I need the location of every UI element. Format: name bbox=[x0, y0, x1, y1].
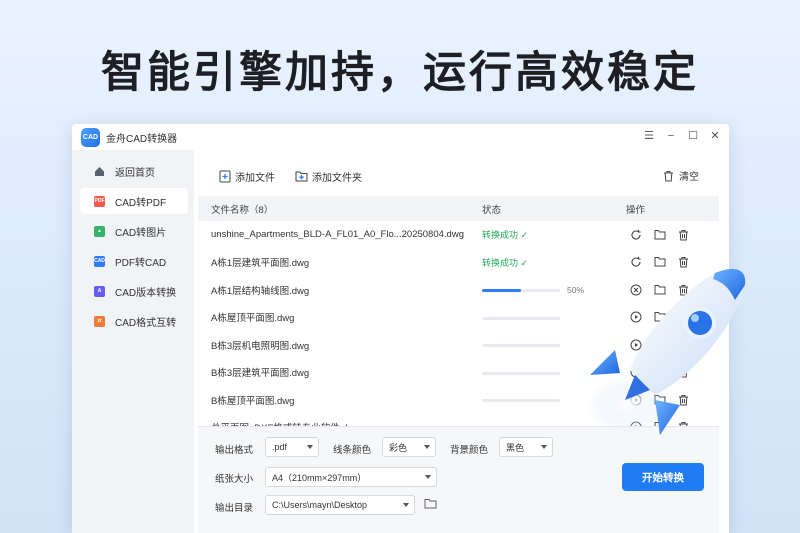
retry-icon[interactable] bbox=[630, 229, 642, 241]
title-bar: CAD 金舟CAD转换器 ☰ − ☐ ✕ bbox=[72, 124, 729, 150]
maximize-icon[interactable]: ☐ bbox=[687, 128, 699, 144]
add-folder-label: 添加文件夹 bbox=[312, 172, 362, 184]
sidebar-item-label: CAD版本转换 bbox=[115, 287, 177, 299]
close-icon[interactable]: ✕ bbox=[709, 128, 721, 144]
trash-icon bbox=[664, 170, 673, 181]
headline: 智能引擎加持，运行高效稳定 bbox=[101, 48, 699, 98]
pdf-icon: PDF bbox=[94, 195, 105, 207]
progress-bar bbox=[482, 344, 560, 347]
format-icon: ⇄ bbox=[94, 315, 105, 327]
minimize-icon[interactable]: − bbox=[665, 128, 677, 144]
cad-icon: CAD bbox=[94, 255, 105, 267]
rocket-illustration bbox=[587, 269, 746, 435]
add-file-icon bbox=[219, 170, 231, 182]
status-success: 转换成功 ✓ bbox=[482, 257, 529, 268]
progress-bar bbox=[482, 399, 560, 402]
sidebar-item-home[interactable]: 返回首页 bbox=[80, 158, 188, 184]
delete-icon[interactable] bbox=[678, 229, 689, 241]
bg-color-value: 黑色 bbox=[506, 442, 525, 453]
paper-size-select[interactable]: A4（210mm×297mm） bbox=[265, 467, 437, 487]
toolbar: 添加文件 添加文件夹 清空 bbox=[198, 156, 719, 196]
output-dir-label: 输出目录 bbox=[215, 503, 254, 514]
file-name: A栋1层结构轴线图.dwg bbox=[211, 285, 310, 297]
progress-bar bbox=[482, 289, 560, 292]
sidebar-item-label: CAD转PDF bbox=[115, 197, 167, 209]
table-header: 文件名称（8） 状态 操作 bbox=[198, 196, 719, 221]
line-color-select[interactable]: 彩色 bbox=[382, 437, 436, 457]
menu-icon[interactable]: ☰ bbox=[643, 128, 655, 144]
progress-bar bbox=[482, 371, 560, 375]
open-folder-icon[interactable] bbox=[654, 229, 666, 240]
clear-label: 清空 bbox=[679, 172, 699, 183]
format-label: 输出格式 bbox=[215, 445, 254, 456]
file-name: A栋1层建筑平面图.dwg bbox=[211, 258, 310, 270]
paper-size-value: A4（210mm×297mm） bbox=[272, 472, 367, 483]
bg-color-select[interactable]: 黑色 bbox=[499, 437, 553, 457]
add-file-button[interactable]: 添加文件 bbox=[219, 169, 275, 184]
add-file-label: 添加文件 bbox=[235, 172, 275, 184]
app-logo: CAD bbox=[81, 127, 100, 147]
version-icon: A bbox=[94, 285, 105, 297]
add-folder-icon bbox=[295, 171, 308, 182]
sidebar-item-label: 返回首页 bbox=[115, 167, 155, 179]
format-value: .pdf bbox=[272, 442, 288, 452]
progress-percent: 50% bbox=[567, 284, 585, 295]
column-ops: 操作 bbox=[626, 204, 646, 216]
paper-size-label: 纸张大小 bbox=[215, 474, 254, 485]
column-name: 文件名称（8） bbox=[211, 204, 274, 216]
output-dir-value: C:\Users\mayn\Desktop bbox=[272, 500, 368, 510]
window-controls: ☰ − ☐ ✕ bbox=[643, 128, 721, 144]
sidebar-item-cad-to-pdf[interactable]: PDF CAD转PDF bbox=[80, 188, 188, 214]
sidebar-item-version-convert[interactable]: A CAD版本转换 bbox=[80, 278, 188, 304]
line-color-value: 彩色 bbox=[389, 442, 408, 453]
sidebar-item-cad-to-image[interactable]: ▲ CAD转图片 bbox=[80, 218, 188, 244]
image-icon: ▲ bbox=[94, 225, 105, 237]
sidebar-item-pdf-to-cad[interactable]: CAD PDF转CAD bbox=[80, 248, 188, 274]
format-select[interactable]: .pdf bbox=[265, 437, 319, 457]
line-color-label: 线条颜色 bbox=[333, 445, 372, 456]
file-name: B栋3层建筑平面图.dwg bbox=[211, 368, 310, 380]
sidebar-item-label: PDF转CAD bbox=[115, 257, 167, 269]
file-name: A栋屋顶平面图.dwg bbox=[211, 313, 295, 325]
column-status: 状态 bbox=[482, 204, 502, 216]
settings-panel: 输出格式 .pdf 线条颜色 彩色 背景颜色 黑色 纸张大小 A4（210mm×… bbox=[198, 426, 719, 533]
progress-bar bbox=[482, 316, 560, 320]
start-convert-button[interactable]: 开始转换 bbox=[622, 463, 704, 491]
clear-button[interactable]: 清空 bbox=[663, 168, 699, 183]
file-name: B栋屋顶平面图.dwg bbox=[211, 395, 295, 407]
file-name: B栋3层机电照明图.dwg bbox=[211, 340, 310, 352]
bg-color-label: 背景颜色 bbox=[450, 445, 489, 456]
add-folder-button[interactable]: 添加文件夹 bbox=[295, 169, 362, 184]
row-actions bbox=[630, 229, 689, 241]
table-row[interactable]: unshine_Apartments_BLD-A_FL01_A0_Flo...2… bbox=[198, 221, 719, 249]
sidebar-item-label: CAD格式互转 bbox=[115, 317, 177, 329]
folder-icon[interactable] bbox=[424, 498, 437, 509]
output-dir-select[interactable]: C:\Users\mayn\Desktop bbox=[265, 495, 415, 515]
sidebar-item-label: CAD转图片 bbox=[115, 227, 167, 239]
status-success: 转换成功 ✓ bbox=[482, 230, 529, 241]
app-title: 金舟CAD转换器 bbox=[106, 133, 178, 145]
sidebar-item-format-convert[interactable]: ⇄ CAD格式互转 bbox=[80, 308, 188, 334]
sidebar: 返回首页 PDF CAD转PDF ▲ CAD转图片 CAD PDF转CAD A … bbox=[72, 150, 194, 533]
home-icon bbox=[95, 166, 104, 176]
file-name: unshine_Apartments_BLD-A_FL01_A0_Flo...2… bbox=[211, 229, 464, 241]
